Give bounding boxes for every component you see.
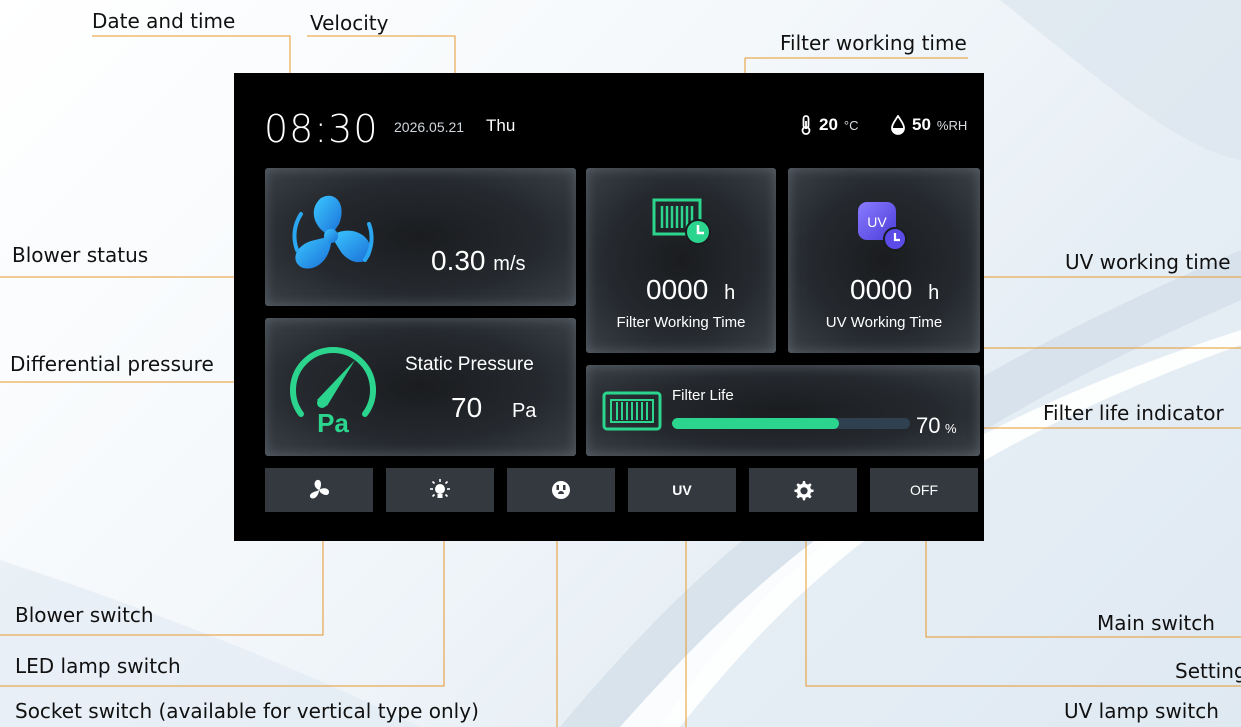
callout-filter-life-indicator: Filter life indicator xyxy=(1043,401,1224,425)
blower-fan-icon xyxy=(292,195,374,269)
main-switch-label: OFF xyxy=(910,482,938,498)
pressure-value: 70 xyxy=(451,392,483,423)
callout-led-lamp-switch: LED lamp switch xyxy=(15,654,181,678)
callout-setting: Setting xyxy=(1175,659,1241,683)
callout-blower-switch: Blower switch xyxy=(15,603,154,627)
uv-time-value: 0000 xyxy=(850,274,913,305)
callout-differential-pressure: Differential pressure xyxy=(10,352,214,376)
date-display: 2026.05.21 xyxy=(394,119,465,135)
callout-socket-switch: Socket switch (available for vertical ty… xyxy=(15,699,479,723)
humidity-unit: %RH xyxy=(936,117,968,133)
pressure-gauge-icon: Pa xyxy=(290,347,376,436)
uv-time-label: UV Working Time xyxy=(825,314,943,331)
humidity-readout: 50 %RH xyxy=(890,115,967,135)
power-socket-icon xyxy=(552,481,570,499)
filter-time-value: 0000 xyxy=(646,274,709,305)
filter-life-card: Filter Life 70 % xyxy=(586,365,980,456)
temperature-value: 20 xyxy=(819,115,838,134)
callout-date-time: Date and time xyxy=(92,9,236,33)
uv-icon-text: UV xyxy=(867,214,887,230)
uv-time-readout: 0000 h xyxy=(850,274,939,306)
uv-clock-icon: UV xyxy=(858,202,907,251)
filter-icon xyxy=(602,391,662,431)
filter-life-value: 70 xyxy=(916,413,941,438)
filter-life-readout: 70 % xyxy=(916,413,957,439)
light-bulb-icon xyxy=(430,479,450,498)
humidity-value: 50 xyxy=(912,115,931,134)
pressure-label: Static Pressure xyxy=(405,354,534,375)
temperature-unit: °C xyxy=(843,117,859,133)
velocity-value: 0.30 xyxy=(431,245,486,276)
filter-life-bar-fill xyxy=(672,418,839,429)
settings-button[interactable] xyxy=(749,468,857,512)
callout-main-switch: Main switch xyxy=(1097,611,1215,635)
filter-time-unit: h xyxy=(724,282,736,304)
socket-switch-button[interactable] xyxy=(507,468,615,512)
uv-button-label: UV xyxy=(672,482,692,498)
filter-life-bar xyxy=(672,418,910,429)
blower-switch-button[interactable] xyxy=(265,468,373,512)
callout-filter-working-time: Filter working time xyxy=(780,31,967,55)
uv-lamp-switch-button[interactable]: UV xyxy=(628,468,736,512)
velocity-card: 0.30 m/s xyxy=(265,168,576,306)
water-drop-icon xyxy=(891,115,905,135)
velocity-unit: m/s xyxy=(493,253,526,275)
filter-time-readout: 0000 h xyxy=(646,274,735,306)
velocity-readout: 0.30 m/s xyxy=(431,245,526,277)
control-panel-screen: 08:30 2026.05.21 Thu 20 °C 50 %RH 0.30 m… xyxy=(234,73,984,541)
callout-velocity: Velocity xyxy=(310,11,389,35)
pressure-unit: Pa xyxy=(511,400,537,422)
uv-working-time-card: UV 0000 h UV Working Time xyxy=(788,168,980,353)
callout-uv-working-time: UV working time xyxy=(1065,250,1231,274)
thermometer-icon xyxy=(801,115,811,135)
callout-blower-status: Blower status xyxy=(12,243,149,267)
filter-time-label: Filter Working Time xyxy=(616,314,746,331)
led-lamp-switch-button[interactable] xyxy=(386,468,494,512)
gear-icon xyxy=(794,481,814,501)
filter-clock-icon xyxy=(652,198,711,245)
uv-time-unit: h xyxy=(928,282,940,304)
callout-uv-lamp-switch: UV lamp switch xyxy=(1064,699,1219,723)
weekday-display: Thu xyxy=(486,116,516,135)
static-pressure-card: Pa Static Pressure 70 Pa xyxy=(265,318,576,456)
main-switch-button[interactable]: OFF xyxy=(870,468,978,512)
filter-life-unit: % xyxy=(944,421,957,436)
pressure-icon-text: Pa xyxy=(317,408,349,436)
filter-working-time-card: 0000 h Filter Working Time xyxy=(586,168,776,353)
pressure-readout: 70 Pa xyxy=(451,392,536,424)
fan-icon xyxy=(309,479,329,499)
clock: 08:30 xyxy=(264,107,379,151)
temperature-readout: 20 °C xyxy=(799,115,859,135)
filter-life-label: Filter Life xyxy=(672,387,734,404)
